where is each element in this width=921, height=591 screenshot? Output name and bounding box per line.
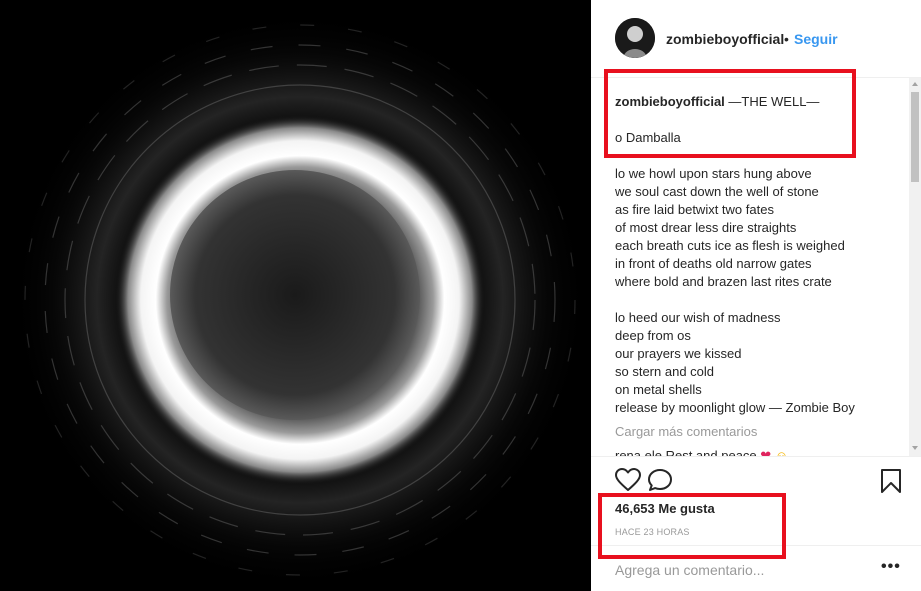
speech-bubble-icon — [648, 469, 672, 491]
caption-line: where bold and brazen last rites crate — [615, 274, 832, 289]
post-side-panel: zombieboyofficial • Seguir zombieboyoffi… — [591, 0, 921, 591]
partial-comment-text: rena ele Rest and peace — [615, 448, 757, 456]
caption-line: o Damballa — [615, 130, 681, 145]
scroll-up-arrow-icon[interactable] — [912, 82, 918, 86]
comment-button[interactable] — [647, 468, 673, 497]
like-button[interactable] — [615, 468, 641, 497]
comments-scrollbar[interactable] — [909, 78, 921, 456]
caption-line: release by moonlight glow — Zombie Boy — [615, 400, 855, 415]
load-more-comments-link[interactable]: Cargar más comentarios — [615, 424, 757, 439]
likes-count[interactable]: 46,653 Me gusta — [615, 501, 715, 516]
bookmark-icon — [881, 469, 901, 493]
post-image[interactable] — [0, 0, 591, 591]
post-timestamp[interactable]: HACE 23 HORAS — [615, 527, 690, 537]
post-actions-bar — [591, 456, 921, 504]
post-header: zombieboyofficial • Seguir — [591, 0, 921, 78]
follow-button[interactable]: Seguir — [794, 31, 838, 47]
save-button[interactable] — [880, 468, 902, 499]
caption-title: —THE WELL— — [728, 94, 820, 109]
caption-line: deep from os — [615, 328, 691, 343]
header-username[interactable]: zombieboyofficial — [666, 31, 784, 47]
comments-area[interactable]: zombieboyofficial —THE WELL— o Damballa … — [591, 78, 909, 456]
avatar[interactable] — [615, 18, 655, 58]
separator-dot: • — [784, 31, 789, 47]
post-caption: zombieboyofficial —THE WELL— o Damballa … — [615, 93, 905, 417]
caption-line: each breath cuts ice as flesh is weighed — [615, 238, 845, 253]
caption-line: our prayers we kissed — [615, 346, 742, 361]
caption-line: so stern and cold — [615, 364, 715, 379]
caption-line: lo we howl upon stars hung above — [615, 166, 812, 181]
caption-username[interactable]: zombieboyofficial — [615, 94, 725, 109]
heart-emoji-icon: ❤ — [760, 448, 772, 456]
heart-outline-icon — [615, 468, 641, 491]
scroll-down-arrow-icon[interactable] — [912, 446, 918, 450]
caption-line: we soul cast down the well of stone — [615, 184, 819, 199]
more-options-button[interactable]: ••• — [881, 558, 901, 576]
caption-line: lo heed our wish of madness — [615, 310, 781, 325]
profile-photo-icon — [615, 18, 655, 58]
partial-comment: rena ele Rest and peace ❤ ☺ — [615, 448, 788, 456]
scrollbar-thumb[interactable] — [911, 92, 919, 182]
caption-line: on metal shells — [615, 382, 702, 397]
caption-line: in front of deaths old narrow gates — [615, 256, 812, 271]
add-comment-section: ••• — [591, 545, 921, 591]
eclipse-ring-image — [0, 0, 591, 591]
caption-line: of most drear less dire straights — [615, 220, 797, 235]
caption-line: as fire laid betwixt two fates — [615, 202, 774, 217]
smile-emoji-icon: ☺ — [774, 448, 789, 456]
comment-input[interactable] — [615, 560, 855, 580]
